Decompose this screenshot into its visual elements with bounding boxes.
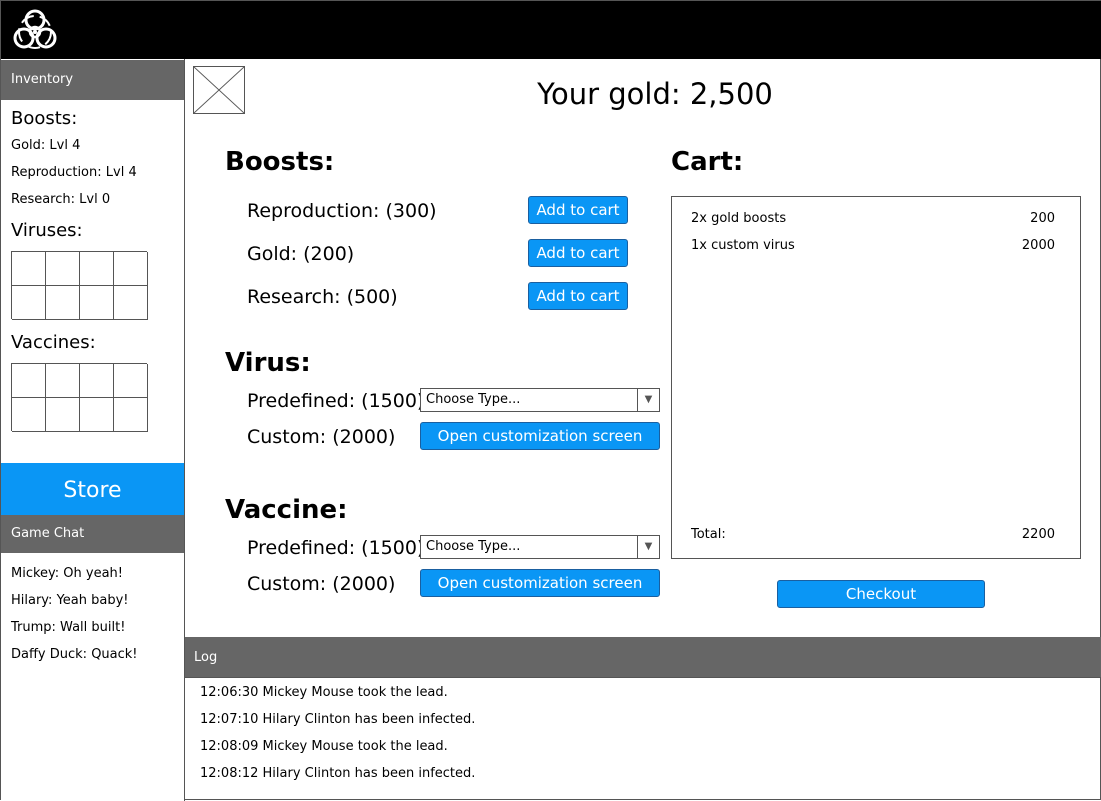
virus-slot[interactable] [12, 252, 46, 286]
image-placeholder-icon [193, 66, 245, 114]
virus-slot[interactable] [80, 252, 114, 286]
vaccines-heading: Vaccines: [11, 332, 96, 353]
vaccine-slot[interactable] [80, 398, 114, 432]
vaccine-customize-button[interactable]: Open customization screen [420, 569, 660, 597]
cart-item-amount: 2000 [1021, 238, 1055, 253]
virus-slot[interactable] [46, 286, 80, 320]
add-research-button[interactable]: Add to cart [528, 282, 628, 310]
boost-research-label: Research: (500) [247, 286, 398, 308]
boosts-title: Boosts: [225, 147, 335, 177]
virus-title: Virus: [225, 348, 311, 378]
virus-customize-button[interactable]: Open customization screen [420, 422, 660, 450]
chevron-down-icon: ▼ [637, 536, 659, 558]
inventory-boost-reproduction: Reproduction: Lvl 4 [11, 165, 137, 180]
boost-gold-label: Gold: (200) [247, 243, 355, 265]
cart-total-value: 2200 [1021, 527, 1055, 542]
chat-message: Hilary: Yeah baby! [11, 593, 129, 608]
vaccine-custom-label: Custom: (2000) [247, 573, 396, 595]
chat-message: Mickey: Oh yeah! [11, 566, 124, 581]
virus-slot[interactable] [114, 286, 148, 320]
store-panel: Your gold: 2,500 Boosts: Reproduction: (… [185, 59, 1101, 637]
add-gold-button[interactable]: Add to cart [528, 239, 628, 267]
add-reproduction-button[interactable]: Add to cart [528, 196, 628, 224]
cart-item-amount: 200 [1030, 211, 1055, 226]
gold-balance: Your gold: 2,500 [537, 77, 773, 111]
inventory-boost-research: Research: Lvl 0 [11, 192, 111, 207]
virus-slot[interactable] [12, 286, 46, 320]
cart-item: 1x custom virus 2000 [691, 238, 1055, 253]
vaccine-predefined-label: Predefined: (1500) [247, 537, 425, 559]
boost-reproduction-label: Reproduction: (300) [247, 200, 437, 222]
inventory-header: Inventory [1, 60, 184, 100]
vaccine-slot[interactable] [46, 398, 80, 432]
store-tab[interactable]: Store [1, 463, 184, 515]
log-entry: 12:07:10 Hilary Clinton has been infecte… [200, 712, 476, 727]
viruses-heading: Viruses: [11, 220, 83, 241]
vaccine-slot[interactable] [114, 364, 148, 398]
log-area: 12:06:30 Mickey Mouse took the lead. 12:… [185, 677, 1101, 800]
vaccine-slot[interactable] [12, 398, 46, 432]
virus-slot[interactable] [114, 252, 148, 286]
log-entry: 12:08:09 Mickey Mouse took the lead. [200, 739, 448, 754]
virus-slot[interactable] [80, 286, 114, 320]
log-entry: 12:06:30 Mickey Mouse took the lead. [200, 685, 448, 700]
virus-slots [11, 251, 148, 320]
cart-total-row: Total: 2200 [691, 527, 1055, 542]
vaccine-type-select[interactable]: Choose Type... ▼ [420, 535, 660, 559]
chat-message: Trump: Wall built! [11, 620, 126, 635]
virus-custom-label: Custom: (2000) [247, 426, 396, 448]
virus-slot[interactable] [46, 252, 80, 286]
vaccine-slot[interactable] [12, 364, 46, 398]
chevron-down-icon: ▼ [637, 389, 659, 411]
cart-title: Cart: [671, 147, 744, 177]
biohazard-icon [13, 9, 57, 49]
virus-type-select-value: Choose Type... [426, 392, 521, 407]
vaccine-slot[interactable] [80, 364, 114, 398]
virus-predefined-label: Predefined: (1500) [247, 390, 425, 412]
checkout-button[interactable]: Checkout [777, 580, 985, 608]
cart-item: 2x gold boosts 200 [691, 211, 1055, 226]
cart-box: 2x gold boosts 200 1x custom virus 2000 … [671, 196, 1081, 559]
top-bar [1, 1, 1101, 59]
sidebar: Inventory Boosts: Gold: Lvl 4 Reproducti… [1, 59, 185, 801]
cart-item-name: 2x gold boosts [691, 211, 787, 226]
cart-total-label: Total: [691, 527, 726, 542]
cart-item-name: 1x custom virus [691, 238, 795, 253]
virus-type-select[interactable]: Choose Type... ▼ [420, 388, 660, 412]
inventory-boost-gold: Gold: Lvl 4 [11, 138, 81, 153]
boosts-heading: Boosts: [11, 108, 78, 129]
log-header: Log [185, 637, 1101, 677]
app-window: Inventory Boosts: Gold: Lvl 4 Reproducti… [0, 0, 1101, 801]
vaccine-slot[interactable] [46, 364, 80, 398]
vaccine-slot[interactable] [114, 398, 148, 432]
chat-message: Daffy Duck: Quack! [11, 647, 138, 662]
vaccine-slots [11, 363, 148, 432]
vaccine-type-select-value: Choose Type... [426, 539, 521, 554]
vaccine-title: Vaccine: [225, 495, 348, 525]
log-entry: 12:08:12 Hilary Clinton has been infecte… [200, 766, 476, 781]
game-chat-header: Game Chat [1, 515, 184, 553]
